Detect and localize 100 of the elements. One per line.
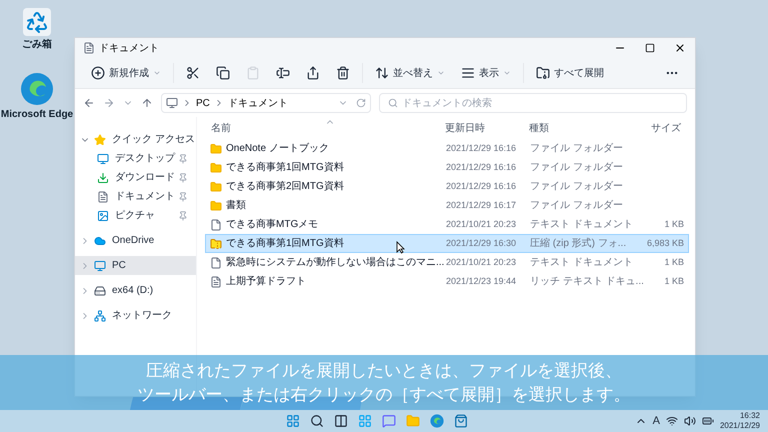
monitor-icon	[94, 260, 106, 272]
file-row[interactable]: できる商事第1回MTG資料 2021/12/29 16:30 圧縮 (zip 形式) フォ... 6,983 KB	[205, 234, 689, 253]
rename-icon	[276, 66, 290, 80]
nav-item[interactable]: ネットワーク	[75, 306, 196, 325]
archive-folder-icon	[536, 66, 550, 80]
toolbar-button[interactable]: 新規作成	[83, 61, 169, 85]
pin-icon	[178, 192, 188, 202]
file-icon	[210, 256, 222, 268]
file-icon	[210, 218, 222, 230]
file-name: 緊急時にシステムが動作しない場合はこのマニ...	[226, 256, 444, 270]
desktop-icon[interactable]: ごみ箱	[4, 8, 70, 52]
nav-item[interactable]: ダウンロード	[75, 168, 196, 187]
column-header[interactable]: 更新日時	[445, 120, 529, 136]
file-row[interactable]: 緊急時にシステムが動作しない場合はこのマニ... 2021/10/21 20:23 テキスト ドキュメント 1 KB	[205, 253, 689, 272]
picture-icon	[97, 210, 109, 222]
file-date: 2021/12/29 16:16	[446, 142, 518, 155]
nav-item[interactable]: ドキュメント	[75, 187, 196, 206]
caret-icon	[503, 69, 511, 77]
pin-icon	[178, 172, 188, 182]
file-size: 1 KB	[664, 218, 684, 231]
mouse-cursor-icon	[396, 241, 405, 254]
ime-indicator[interactable]: A	[652, 412, 660, 430]
chat-icon[interactable]	[382, 414, 396, 428]
scissors-icon	[186, 66, 200, 80]
file-size: 1 KB	[664, 256, 684, 269]
drive-icon	[94, 284, 106, 296]
share-icon	[306, 66, 320, 80]
task-view-icon[interactable]	[334, 414, 348, 428]
plus-circle-icon	[91, 66, 105, 80]
monitor-icon	[97, 152, 109, 164]
file-name: できる商事第2回MTG資料	[226, 180, 344, 194]
document-icon	[83, 42, 95, 54]
toolbar-button[interactable]: 並べ替え	[367, 61, 453, 85]
trash-icon	[336, 66, 350, 80]
file-date: 2021/10/21 20:23	[446, 218, 518, 231]
file-date: 2021/10/21 20:23	[446, 256, 518, 269]
browser-logo-icon	[20, 72, 54, 106]
up-icon[interactable]	[141, 97, 153, 109]
toolbar-button[interactable]: 表示	[453, 61, 519, 85]
search-icon[interactable]	[310, 414, 324, 428]
file-name: できる商事第1回MTG資料	[226, 236, 344, 251]
square-icon	[645, 43, 655, 53]
column-header[interactable]: 種類	[529, 120, 645, 136]
start-grid-icon[interactable]	[286, 414, 300, 428]
search-icon	[388, 98, 398, 108]
back-icon[interactable]	[83, 97, 95, 109]
clock[interactable]: 16:32 2021/12/29	[720, 411, 760, 431]
file-row[interactable]: できる商事第1回MTG資料 2021/12/29 16:16 ファイル フォルダー	[205, 158, 689, 177]
toolbar-button[interactable]: すべて展開	[528, 61, 612, 85]
download-icon	[97, 172, 109, 184]
file-date: 2021/12/29 16:16	[446, 161, 518, 174]
nav-item[interactable]: ピクチャ	[75, 206, 196, 225]
file-type: ファイル フォルダー	[530, 142, 624, 156]
battery-icon[interactable]	[702, 415, 714, 427]
breadcrumb[interactable]: ドキュメント	[228, 94, 288, 112]
column-header[interactable]: サイズ	[645, 120, 689, 136]
file-type: テキスト ドキュメント	[530, 218, 634, 232]
file-name: できる商事第1回MTG資料	[226, 160, 344, 175]
nav-item[interactable]: クイック アクセス	[75, 130, 196, 149]
column-header[interactable]: 名前	[205, 120, 445, 136]
folder-icon	[210, 162, 222, 174]
address-bar[interactable]: PC ドキュメント	[161, 93, 371, 113]
document-icon	[210, 276, 222, 288]
browser-logo-icon[interactable]	[430, 414, 444, 428]
file-size: 6,983 KB	[646, 237, 684, 250]
nav-item[interactable]: OneDrive	[75, 231, 196, 250]
file-date: 2021/12/29 16:30	[446, 237, 518, 250]
search-field[interactable]: ドキュメントの検索	[379, 93, 687, 113]
zip-folder-icon	[210, 238, 222, 250]
file-size: 1 KB	[664, 275, 684, 288]
file-name: 書類	[226, 198, 246, 213]
nav-item[interactable]: ex64 (D:)	[75, 281, 196, 300]
nav-item[interactable]: デスクトップ	[75, 149, 196, 168]
file-name: できる商事MTGメモ	[226, 218, 318, 232]
lines-icon	[461, 66, 475, 80]
file-name: OneNote ノートブック	[226, 142, 329, 156]
volume-icon[interactable]	[684, 415, 696, 427]
refresh-icon[interactable]	[356, 98, 366, 108]
file-row[interactable]: 書類 2021/12/29 16:17 ファイル フォルダー	[205, 196, 689, 215]
cloud-icon	[94, 234, 106, 246]
file-type: ファイル フォルダー	[530, 180, 624, 194]
file-row[interactable]: できる商事MTGメモ 2021/10/21 20:23 テキスト ドキュメント 1 KB	[205, 215, 689, 234]
nav-item[interactable]: PC	[75, 256, 196, 275]
file-type: ファイル フォルダー	[530, 161, 624, 175]
sort-icon	[375, 66, 389, 80]
file-row[interactable]: OneNote ノートブック 2021/12/29 16:16 ファイル フォルダー	[205, 139, 689, 158]
close-icon	[674, 42, 686, 54]
folder-icon	[210, 200, 222, 212]
copy-icon	[216, 66, 230, 80]
file-type: リッチ テキスト ドキュ...	[530, 275, 645, 289]
file-row[interactable]: できる商事第2回MTG資料 2021/12/29 16:16 ファイル フォルダー	[205, 177, 689, 196]
store-icon[interactable]	[454, 414, 468, 428]
file-date: 2021/12/29 16:17	[446, 199, 518, 212]
search-input[interactable]: ドキュメントの検索	[402, 96, 678, 110]
file-date: 2021/12/29 16:16	[446, 180, 518, 193]
file-type: ファイル フォルダー	[530, 199, 624, 213]
caption-line: ツールバー、または右クリックの［すべて展開］を選択します。	[138, 384, 630, 406]
breadcrumb[interactable]: PC	[196, 94, 210, 112]
forward-icon[interactable]	[103, 97, 115, 109]
file-row[interactable]: 上期予算ドラフト 2021/12/23 19:44 リッチ テキスト ドキュ... 1 KB	[205, 272, 689, 291]
